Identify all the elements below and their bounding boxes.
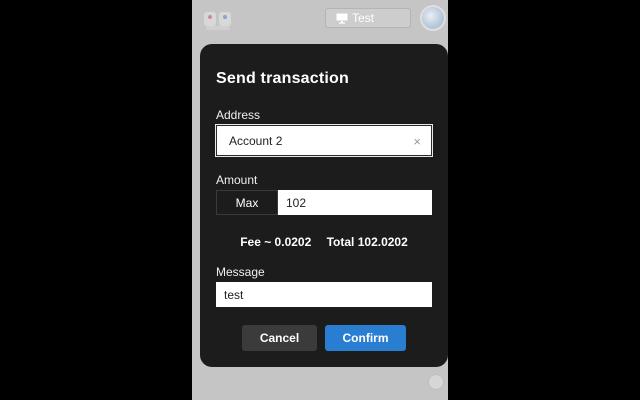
fee-text: Fee ~ 0.0202 [240, 235, 312, 249]
network-label: Test [352, 11, 375, 25]
send-transaction-dialog: Send transaction Address Account 2 × Amo… [200, 44, 448, 367]
dialog-title: Send transaction [216, 70, 350, 87]
message-label: Message [216, 265, 265, 279]
amount-label: Amount [216, 173, 258, 187]
network-selector[interactable]: Test [325, 8, 411, 28]
clear-icon[interactable]: × [413, 134, 421, 149]
total-text: Total 102.0202 [326, 235, 408, 249]
monitor-icon [336, 13, 348, 24]
max-button[interactable]: Max [216, 190, 278, 215]
confirm-button[interactable]: Confirm [325, 325, 406, 351]
top-bar: Test [192, 0, 448, 40]
account-avatar-icon[interactable] [420, 5, 446, 31]
settings-icon[interactable] [428, 374, 444, 390]
amount-input[interactable] [278, 190, 432, 215]
address-label: Address [216, 108, 261, 122]
message-input[interactable] [216, 282, 432, 307]
address-value: Account 2 [229, 133, 283, 148]
app-logo-icon [204, 12, 231, 30]
fee-summary: Fee ~ 0.0202 Total 102.0202 [216, 235, 432, 249]
cancel-button[interactable]: Cancel [242, 325, 317, 351]
address-field[interactable]: Account 2 × [215, 124, 433, 157]
